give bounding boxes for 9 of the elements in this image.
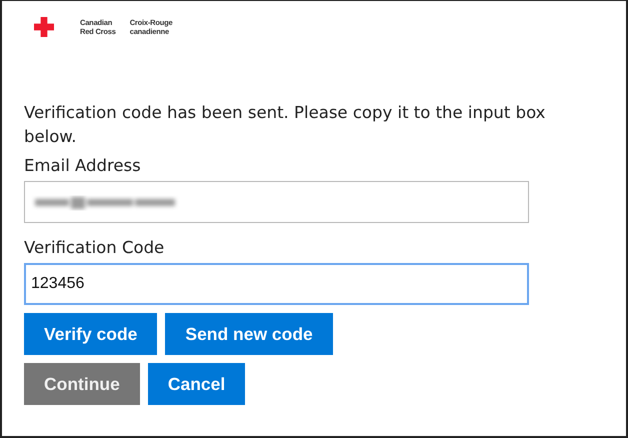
input-field[interactable]: 123456: [24, 263, 529, 305]
field-label: Verification Code: [24, 237, 166, 259]
form-button[interactable]: Send new code: [165, 313, 333, 355]
input-field[interactable]: [24, 181, 529, 223]
info-message: Verification code has been sent. Please copy it to the input box below.: [24, 102, 546, 148]
cross-logo-icon: [34, 17, 54, 37]
form-button[interactable]: Cancel: [148, 363, 246, 405]
form-button[interactable]: Verify code: [24, 313, 158, 355]
field-label: Email Address: [24, 155, 142, 177]
